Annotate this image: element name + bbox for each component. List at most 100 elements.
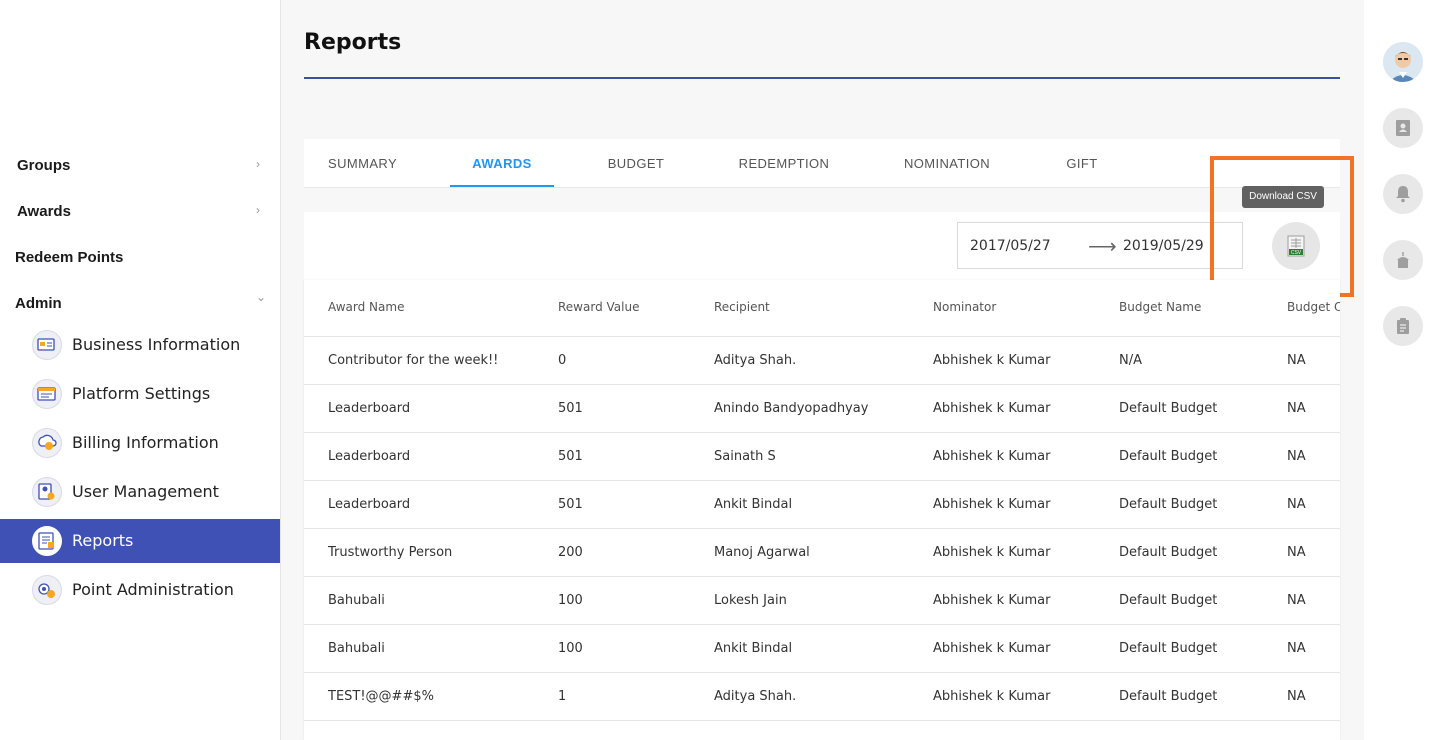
cell-budget-owner: NA: [1287, 641, 1306, 656]
sidebar-item-billing-information[interactable]: Billing Information: [0, 421, 280, 465]
user-management-icon: [32, 477, 62, 507]
tab-redemption[interactable]: REDEMPTION: [738, 139, 830, 187]
cell-nominator: Abhishek k Kumar: [933, 449, 1051, 464]
cell-budget-owner: NA: [1287, 353, 1306, 368]
contacts-button[interactable]: [1383, 108, 1423, 148]
sidebar-item-point-administration[interactable]: Point Administration: [0, 568, 280, 612]
cell-nominator: Abhishek k Kumar: [933, 401, 1051, 416]
sidebar-item-redeem-points[interactable]: Redeem Points: [0, 242, 280, 272]
clipboard-icon: [1397, 318, 1409, 334]
column-header-recipient[interactable]: Recipient: [714, 280, 770, 335]
table-row[interactable]: Leaderboard 501 Ankit Bindal Abhishek k Kum…: [304, 481, 1340, 529]
sidebar-item-groups[interactable]: Groups ›: [0, 150, 280, 180]
date-range-picker[interactable]: 2017/05/27 ⟶ 2019/05/29: [957, 222, 1243, 269]
sidebar-item-user-management[interactable]: User Management: [0, 470, 280, 514]
celebrations-button[interactable]: [1383, 240, 1423, 280]
title-divider: [304, 77, 1340, 79]
tab-nomination[interactable]: NOMINATION: [902, 139, 992, 187]
cell-budget-owner: NA: [1287, 449, 1306, 464]
sidebar-item-business-information[interactable]: Business Information: [0, 323, 280, 367]
cell-budget-owner: NA: [1287, 401, 1306, 416]
cell-nominator: Abhishek k Kumar: [933, 497, 1051, 512]
right-rail: [1364, 0, 1440, 740]
table-row[interactable]: Leaderboard 501 Sainath S Abhishek k Kumar D…: [304, 433, 1340, 481]
chevron-down-icon: ⌄: [256, 290, 267, 304]
platform-settings-icon: [32, 379, 62, 409]
cell-nominator: Abhishek k Kumar: [933, 641, 1051, 656]
cell-reward-value: 501: [558, 497, 583, 512]
cell-budget-owner: NA: [1287, 689, 1306, 704]
end-date-input[interactable]: 2019/05/29: [1123, 238, 1204, 254]
download-csv-tooltip: Download CSV: [1242, 186, 1324, 208]
table-row[interactable]: Trustworthy Person 200 Manoj Agarwal Abhish…: [304, 529, 1340, 577]
report-tabs: SUMMARY AWARDS BUDGET REDEMPTION NOMINAT…: [304, 139, 1340, 188]
cell-reward-value: 1: [558, 689, 567, 704]
page-title: Reports: [304, 30, 402, 55]
table-row[interactable]: Bahubali 100 Ankit Bindal Abhishek k Kumar D…: [304, 625, 1340, 673]
sidebar-item-reports[interactable]: Reports: [0, 519, 280, 563]
business-info-icon: [32, 330, 62, 360]
cell-nominator: Abhishek k Kumar: [933, 689, 1051, 704]
cell-reward-value: 501: [558, 401, 583, 416]
cell-award-name: Bahubali: [328, 593, 385, 608]
download-csv-button[interactable]: CSV: [1272, 222, 1320, 270]
table-row[interactable]: TEST!@@##$% 1 Aditya Shah. Abhishek k Kumar…: [304, 673, 1340, 721]
table-row[interactable]: Contributor for the week!! 0 Aditya Shah. A…: [304, 337, 1340, 385]
avatar[interactable]: [1383, 42, 1423, 82]
sidebar-item-label: Groups: [17, 156, 71, 174]
column-header-award-name[interactable]: Award Name: [328, 280, 404, 335]
cell-recipient: Aditya Shah.: [714, 353, 797, 368]
column-header-nominator[interactable]: Nominator: [933, 280, 996, 335]
point-admin-icon: [32, 575, 62, 605]
cell-award-name: Bahubali: [328, 641, 385, 656]
cell-budget-name: N/A: [1119, 353, 1142, 368]
sidebar-item-admin[interactable]: Admin ⌄: [0, 288, 280, 318]
filter-bar: 2017/05/27 ⟶ 2019/05/29 CSV: [304, 212, 1340, 280]
cell-budget-owner: NA: [1287, 545, 1306, 560]
cell-recipient: Manoj Agarwal: [714, 545, 810, 560]
sidebar-item-label: User Management: [72, 482, 219, 501]
table-row[interactable]: Bahubali 100 Lokesh Jain Abhishek k Kumar De…: [304, 577, 1340, 625]
cell-reward-value: 501: [558, 449, 583, 464]
awards-table: Award Name Reward Value Recipient Nomina…: [304, 280, 1340, 740]
cell-award-name: Trustworthy Person: [328, 545, 453, 560]
column-header-budget-name[interactable]: Budget Name: [1119, 280, 1201, 335]
sidebar-item-label: Redeem Points: [15, 248, 124, 266]
sidebar-item-platform-settings[interactable]: Platform Settings: [0, 372, 280, 416]
cell-budget-name: Default Budget: [1119, 449, 1218, 464]
tab-budget[interactable]: BUDGET: [604, 139, 668, 187]
chevron-right-icon: ›: [256, 157, 260, 171]
tasks-button[interactable]: [1383, 306, 1423, 346]
cell-budget-name: Default Budget: [1119, 689, 1218, 704]
cell-reward-value: 100: [558, 593, 583, 608]
cell-reward-value: 200: [558, 545, 583, 560]
cell-reward-value: 100: [558, 641, 583, 656]
cell-budget-name: Default Budget: [1119, 545, 1218, 560]
column-header-budget-owner[interactable]: Budget Ow: [1287, 280, 1340, 335]
notifications-button[interactable]: [1383, 174, 1423, 214]
cell-award-name: Leaderboard: [328, 449, 411, 464]
sidebar-item-label: Business Information: [72, 335, 241, 354]
cell-budget-name: Default Budget: [1119, 593, 1218, 608]
reports-icon: [32, 526, 62, 556]
svg-text:CSV: CSV: [1291, 250, 1302, 256]
cell-recipient: Anindo Bandyopadhyay: [714, 401, 869, 416]
start-date-input[interactable]: 2017/05/27: [970, 238, 1051, 254]
bell-icon: [1396, 186, 1410, 203]
cell-budget-name: Default Budget: [1119, 401, 1218, 416]
table-row[interactable]: Leaderboard 501 Anindo Bandyopadhyay Abhish…: [304, 385, 1340, 433]
csv-file-icon: CSV: [1287, 235, 1305, 257]
tab-summary[interactable]: SUMMARY: [328, 139, 397, 187]
sidebar-item-label: Reports: [72, 531, 134, 550]
cell-budget-owner: NA: [1287, 593, 1306, 608]
cell-reward-value: 0: [558, 353, 567, 368]
sidebar-item-awards[interactable]: Awards ›: [0, 196, 280, 226]
tab-awards[interactable]: AWARDS: [450, 139, 554, 187]
tab-gift[interactable]: GIFT: [1064, 139, 1100, 187]
cell-recipient: Sainath S: [714, 449, 776, 464]
cell-recipient: Lokesh Jain: [714, 593, 787, 608]
column-header-reward-value[interactable]: Reward Value: [558, 280, 639, 335]
sidebar-item-label: Admin: [15, 294, 62, 312]
cell-budget-name: Default Budget: [1119, 641, 1218, 656]
sidebar-item-label: Billing Information: [72, 433, 219, 452]
